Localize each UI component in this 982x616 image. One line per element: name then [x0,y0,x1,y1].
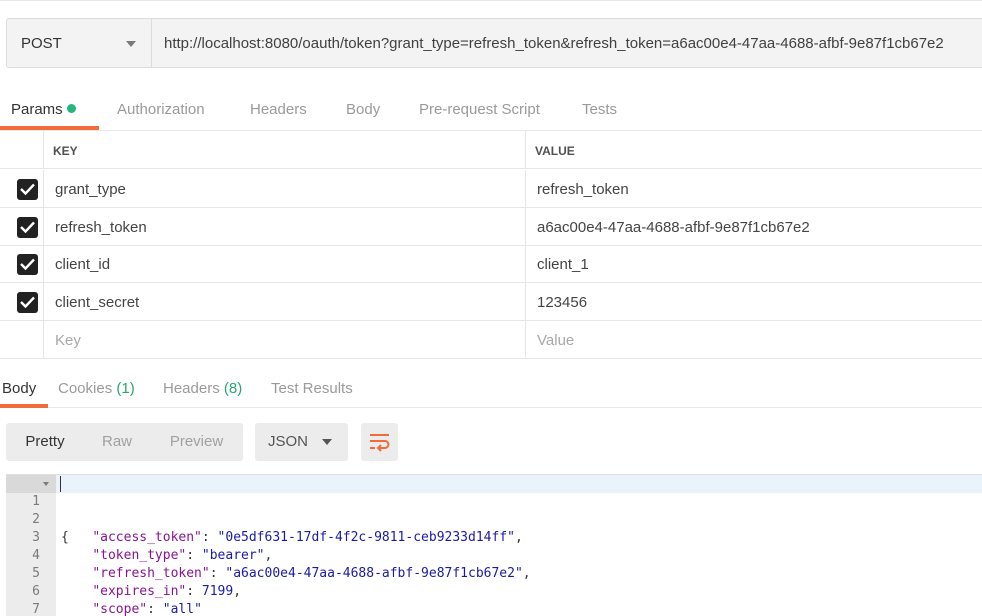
value-header-cell: VALUE [527,131,982,168]
response-tabs: Body Cookies (1) Headers (8) Test Result… [0,368,982,408]
checkbox-checked-icon[interactable] [17,292,38,313]
key-header: KEY [53,144,78,158]
url-input[interactable]: http://localhost:8080/oauth/token?grant_… [151,18,982,68]
new-key-field[interactable]: Key [45,321,526,358]
param-value-cell[interactable]: client_1 [527,245,982,282]
json-value: "all" [162,602,202,616]
param-value-cell[interactable]: 123456 [527,283,982,320]
param-checkbox-cell [0,170,44,207]
tab-tests[interactable]: Tests [582,101,617,118]
param-row: client_secret 123456 [0,283,982,321]
tab-response-body[interactable]: Body [2,380,36,397]
code-line: 2 "access_token": "0e5df631-17df-4f2c-98… [6,493,982,545]
code-line: 1 { [6,475,982,545]
chevron-down-icon [126,41,136,47]
param-value: a6ac00e4-47aa-4688-afbf-9e87f1cb67e2 [537,219,810,236]
word-wrap-icon [370,434,390,452]
response-tab-indicator [0,404,48,408]
tab-test-results[interactable]: Test Results [271,380,353,397]
request-bar: POST http://localhost:8080/oauth/token?g… [0,0,982,80]
param-key: client_secret [55,294,140,311]
code-line: 6 "scope": "all" [6,565,982,616]
fold-arrow-icon[interactable] [43,482,49,486]
param-checkbox-cell [0,321,44,358]
method-select[interactable]: POST [6,18,152,68]
param-key: refresh_token [55,219,147,236]
tab-response-headers-label: Headers [163,380,220,397]
method-label: POST [21,35,62,52]
param-checkbox-cell [0,208,44,245]
param-value: client_1 [537,256,589,273]
json-key: "scope" [92,602,148,616]
tab-cookies-label: Cookies [58,380,113,397]
view-mode-segment: Pretty Raw Preview [6,423,243,461]
text-cursor [60,476,61,492]
format-label: JSON [268,433,309,450]
tab-headers[interactable]: Headers [250,101,307,118]
code-line: 7 } [6,583,982,616]
header-checkbox-cell [0,131,44,168]
param-key: client_id [55,256,111,273]
param-checkbox-cell [0,245,44,282]
param-value: refresh_token [537,181,629,198]
param-row: grant_type refresh_token [0,170,982,208]
checkbox-checked-icon[interactable] [17,179,38,200]
request-tabs: Params Authorization Headers Body Pre-re… [0,93,982,131]
param-value: 123456 [537,294,588,311]
tab-pre-request-script[interactable]: Pre-request Script [419,101,540,118]
code-text: "scope": "all" [92,602,202,616]
params-active-dot [66,104,76,113]
pretty-button[interactable]: Pretty [6,423,84,461]
param-row: client_id client_1 [0,245,982,283]
chevron-down-icon [322,439,332,445]
url-text: http://localhost:8080/oauth/token?grant_… [164,35,944,52]
code-line: 3 "token_type": "bearer", [6,511,982,563]
param-key-cell[interactable]: refresh_token [45,208,526,245]
params-header-row: KEY VALUE [0,131,982,169]
headers-count: (8) [223,380,243,397]
param-row: refresh_token a6ac00e4-47aa-4688-afbf-9e… [0,208,982,246]
raw-button[interactable]: Raw [84,423,150,461]
param-key: grant_type [55,181,126,198]
tab-body[interactable]: Body [346,101,380,118]
tab-params-label: Params [11,101,63,118]
param-value-cell[interactable]: a6ac00e4-47aa-4688-afbf-9e87f1cb67e2 [527,208,982,245]
param-key-cell[interactable]: grant_type [45,170,526,207]
tab-cookies[interactable]: Cookies (1) [58,380,135,397]
code-line: 5 "expires_in": 7199, [6,547,982,599]
param-new-row: Key Value [0,321,982,359]
tab-response-headers[interactable]: Headers (8) [163,380,242,397]
param-checkbox-cell [0,283,44,320]
cookies-count: (1) [116,380,135,397]
tab-params[interactable]: Params [11,101,76,118]
word-wrap-button[interactable] [361,423,398,461]
code-line: 4 "refresh_token": "a6ac00e4-47aa-4688-a… [6,529,982,581]
preview-button[interactable]: Preview [150,423,243,461]
param-key-cell[interactable]: client_id [45,245,526,282]
value-placeholder: Value [537,332,575,349]
key-header-cell: KEY [45,131,526,168]
checkbox-checked-icon[interactable] [17,254,38,275]
param-key-cell[interactable]: client_secret [45,283,526,320]
line-number: 7 [32,602,40,616]
key-placeholder: Key [55,332,81,349]
value-header: VALUE [535,144,575,158]
new-value-field[interactable]: Value [527,321,982,358]
param-value-cell[interactable]: refresh_token [527,170,982,207]
response-body-editor[interactable]: 1 { 2 "access_token": "0e5df631-17df-4f2… [6,474,982,616]
tab-authorization[interactable]: Authorization [117,101,205,118]
format-select[interactable]: JSON [255,423,348,461]
checkbox-checked-icon[interactable] [17,217,38,238]
active-tab-indicator [0,126,99,130]
